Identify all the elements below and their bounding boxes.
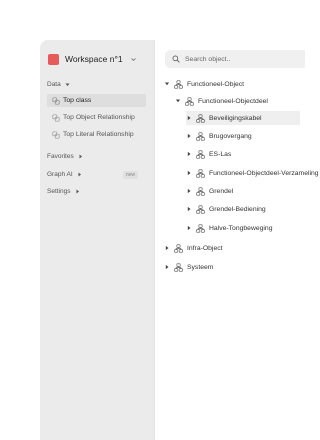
tree-node-label: Beveiligingskabel [209, 114, 262, 122]
tree-node-label: Grendel [209, 187, 234, 195]
sidebar-item-top-literal-relationship[interactable]: Top Literal Relationship [47, 128, 146, 141]
caret-right-icon [78, 172, 81, 177]
caret-down-icon [65, 83, 70, 86]
caret-right-icon[interactable] [164, 245, 170, 251]
tree-node[interactable]: Functioneel-Objectdeel-Verzameling [186, 166, 319, 180]
relationship-icon [52, 113, 60, 122]
hierarchy-icon [196, 204, 205, 214]
tree-node[interactable]: Grendel [186, 184, 233, 198]
hierarchy-icon [185, 96, 194, 106]
tree-node-label: Brugovergang [209, 132, 252, 140]
search-icon [172, 55, 180, 63]
hierarchy-icon [196, 131, 205, 141]
tree-node-label: Infra-Object [187, 244, 223, 252]
hierarchy-icon [174, 79, 183, 89]
hierarchy-icon [196, 168, 205, 178]
class-icon [52, 96, 60, 105]
caret-right-icon[interactable] [186, 151, 192, 157]
workspace-switcher[interactable]: Workspace n°1 [48, 51, 139, 67]
settings-label: Settings [47, 188, 71, 195]
search-input[interactable]: Search object.. [165, 50, 305, 68]
new-badge: new [122, 170, 138, 179]
caret-right-icon[interactable] [164, 264, 170, 270]
favorites-section-toggle[interactable]: Favorites [47, 153, 83, 160]
tree-node[interactable]: Brugovergang [186, 129, 252, 143]
tree-node-label: Grendel-Bediening [209, 205, 266, 213]
tree-node[interactable]: Infra-Object [164, 241, 223, 255]
tree-node-label: Systeem [187, 263, 214, 271]
caret-right-icon [76, 189, 79, 194]
caret-right-icon[interactable] [186, 133, 192, 139]
favorites-label: Favorites [47, 153, 74, 160]
sidebar-item-label: Top Object Relationship [63, 114, 135, 121]
sidebar: Workspace n°1 Data Top class Top Object … [40, 40, 155, 440]
hierarchy-icon [174, 243, 183, 253]
sidebar-item-label: Top class [63, 97, 92, 104]
tree-node[interactable]: Beveiligingskabel [186, 111, 300, 125]
workspace-logo [48, 53, 59, 65]
hierarchy-icon [196, 186, 205, 196]
workspace-name: Workspace n°1 [65, 54, 123, 64]
caret-right-icon[interactable] [186, 188, 192, 194]
settings-section-toggle[interactable]: Settings [47, 188, 80, 195]
tree-node-label: Functioneel-Object [187, 80, 245, 88]
caret-right-icon[interactable] [186, 115, 192, 121]
relationship-icon [52, 130, 60, 139]
tree-node-label: ES-Las [209, 150, 232, 158]
tree-node-label: Functioneel-Objectdeel [198, 97, 268, 105]
tree-node-label: Halve-Tongbeweging [209, 224, 273, 232]
hierarchy-icon [196, 223, 205, 233]
caret-right-icon[interactable] [186, 225, 192, 231]
data-section-toggle[interactable]: Data [47, 81, 70, 88]
tree-node[interactable]: Functioneel-Objectdeel [175, 94, 268, 108]
main-panel: Search object.. Functioneel-Object Functi… [157, 40, 319, 440]
search-placeholder: Search object.. [185, 55, 231, 63]
caret-down-icon[interactable] [175, 98, 181, 104]
tree-node[interactable]: Functioneel-Object [164, 77, 244, 91]
caret-right-icon[interactable] [186, 170, 192, 176]
graph-ai-section-toggle[interactable]: Graph AI new [47, 170, 146, 179]
tree-node[interactable]: Halve-Tongbeweging [186, 221, 272, 235]
hierarchy-icon [196, 113, 205, 123]
hierarchy-icon [196, 149, 205, 159]
tree-node[interactable]: Grendel-Bediening [186, 202, 266, 216]
data-section-label: Data [47, 81, 61, 88]
chevron-down-icon[interactable] [128, 54, 139, 65]
graph-ai-label: Graph AI [47, 171, 73, 178]
sidebar-item-label: Top Literal Relationship [63, 131, 134, 138]
tree-node[interactable]: ES-Las [186, 147, 231, 161]
caret-down-icon[interactable] [164, 81, 170, 87]
hierarchy-icon [174, 262, 183, 272]
tree-node[interactable]: Systeem [164, 260, 213, 274]
sidebar-item-top-object-relationship[interactable]: Top Object Relationship [47, 111, 146, 124]
sidebar-item-top-class[interactable]: Top class [47, 94, 146, 107]
caret-right-icon [79, 154, 82, 159]
tree-node-label: Functioneel-Objectdeel-Verzameling [209, 169, 319, 177]
caret-right-icon[interactable] [186, 206, 192, 212]
